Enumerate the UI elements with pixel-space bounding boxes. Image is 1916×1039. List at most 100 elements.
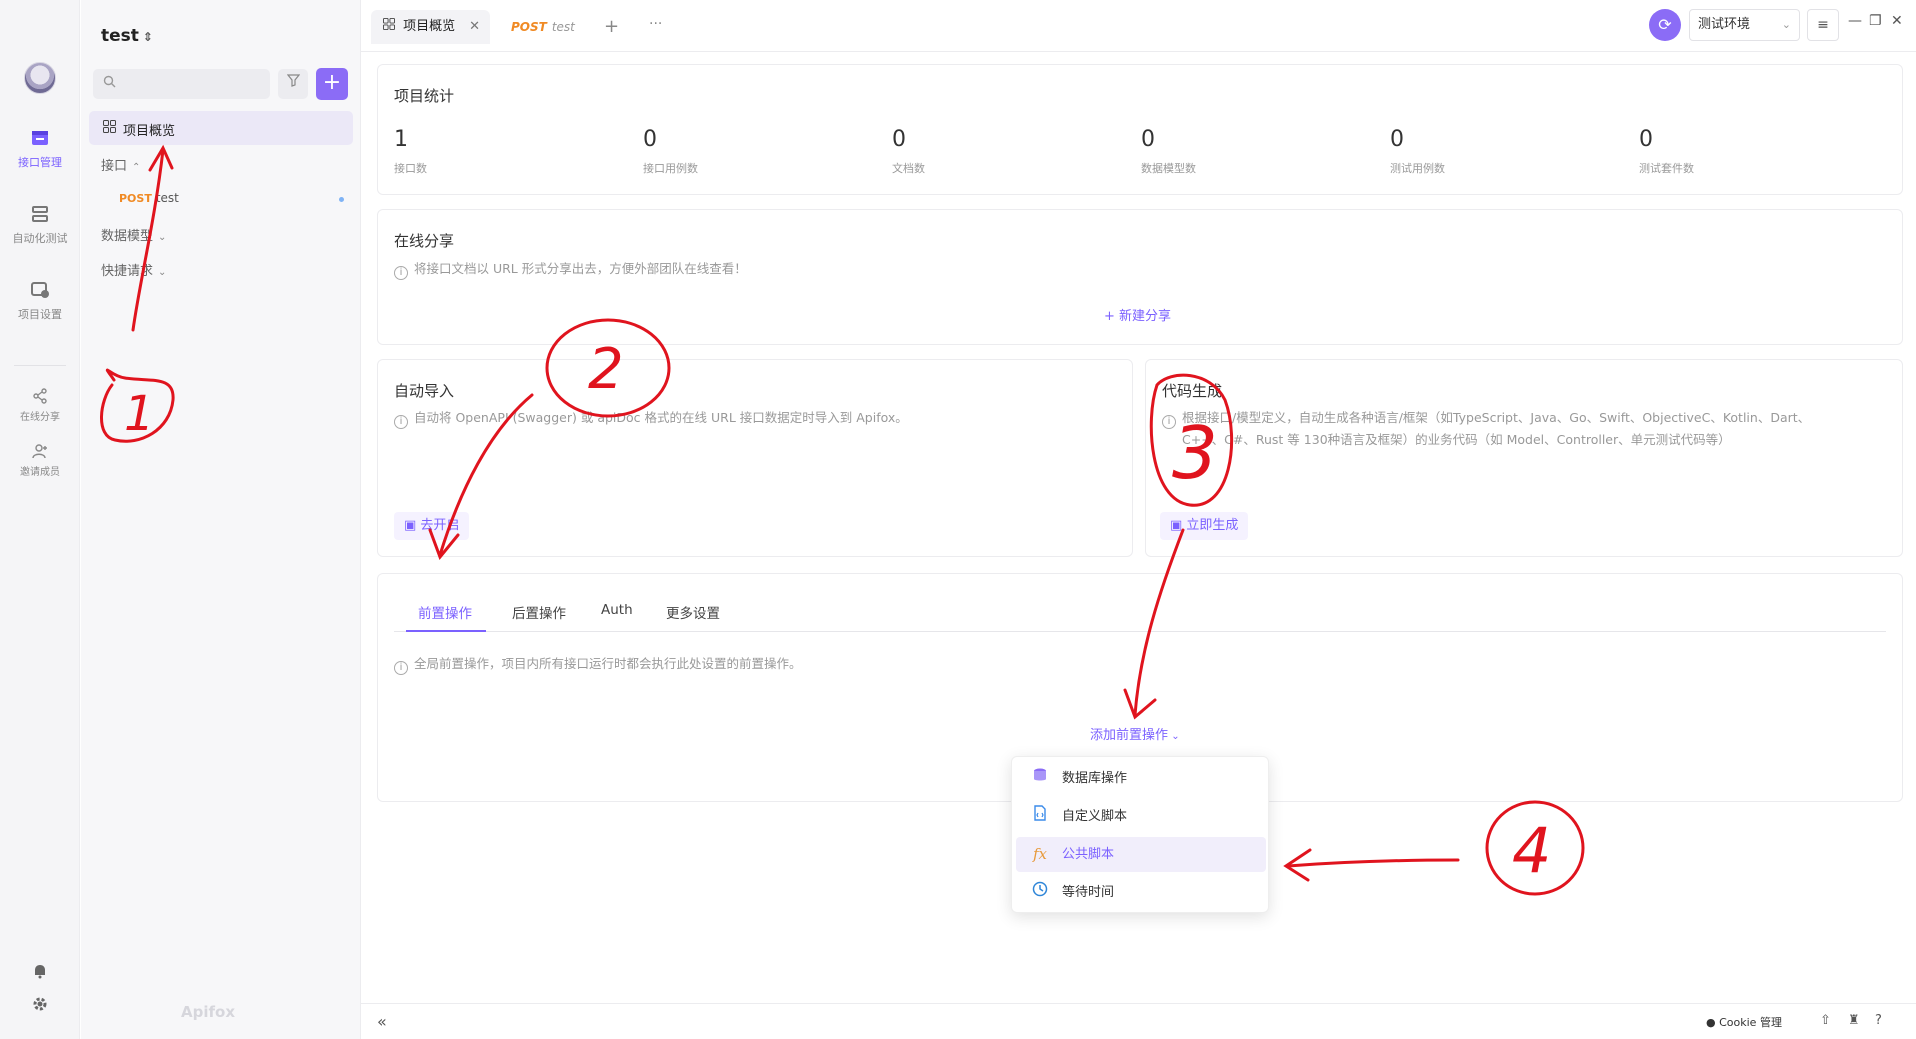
shirt-icon[interactable]: ♜ [1848, 1013, 1860, 1028]
tree-folder-label: 快捷请求 [101, 264, 154, 279]
bell-icon[interactable] [0, 963, 80, 983]
info-icon: i [394, 661, 408, 675]
tree-folder-quick-requests[interactable]: 快捷请求 ⌄ [101, 260, 166, 279]
menu-button[interactable]: ≡ [1807, 9, 1839, 41]
sidebar-item-overview[interactable]: 项目概览 [89, 111, 353, 145]
status-bar: « ● Cookie 管理 ⇧ ♜ ? [361, 1003, 1916, 1039]
button-label: 去开启 [420, 518, 460, 533]
button-label: 添加前置操作 [1090, 728, 1169, 743]
stat-value: 0 [1639, 127, 1653, 152]
auto-import-desc-text: 自动将 OpenAPI (Swagger) 或 apiDoc 格式的在线 URL… [414, 410, 908, 425]
sidebar: test ⇕ + 项目概览 接口 ⌃ POST test 数据模型 ⌄ 快捷请求 ⌄ Ap… [81, 0, 361, 1039]
tab-auth[interactable]: Auth [601, 602, 633, 618]
search-input[interactable] [123, 74, 263, 94]
tab-bar: 项目概览 ✕ POST test + ··· ⟳ 测试环境 ⌄ ≡ — ❐ ✕ [361, 0, 1916, 52]
info-icon: i [394, 266, 408, 280]
tab-label: 项目概览 [403, 19, 456, 34]
new-share-button[interactable]: + 新建分享 [1104, 305, 1171, 324]
search-box[interactable] [93, 69, 270, 99]
clock-icon [1030, 875, 1050, 910]
user-avatar[interactable] [24, 62, 56, 94]
menu-item-custom-script[interactable]: 自定义脚本 [1016, 799, 1266, 834]
chevron-down-icon: ⌄ [158, 232, 167, 243]
window-close-icon[interactable]: ✕ [1891, 13, 1903, 29]
stat-label: 测试套件数 [1639, 162, 1694, 175]
rail-item-api-management[interactable]: 接口管理 [0, 128, 80, 170]
codegen-description: i 根据接口/模型定义，自动生成各种语言/框架（如TypeScript、Java、… [1162, 407, 1810, 451]
plus-icon: + [322, 70, 342, 95]
operations-tabs: 前置操作 后置操作 Auth 更多设置 [394, 592, 1886, 632]
tab-post-operations[interactable]: 后置操作 [512, 602, 566, 622]
hamburger-icon: ≡ [1817, 17, 1829, 33]
rail-item-automation-test[interactable]: 自动化测试 [0, 204, 80, 246]
tree-leaf-post-test[interactable]: POST test [119, 191, 179, 205]
import-icon: ▣ [404, 518, 421, 533]
stat-value: 0 [643, 127, 657, 152]
share-title: 在线分享 [394, 232, 455, 250]
collapse-sidebar-icon[interactable]: « [377, 1012, 387, 1031]
active-tab-underline [406, 630, 486, 632]
tab-post-test[interactable]: POST test [501, 10, 575, 44]
add-operation-dropdown: 数据库操作 自定义脚本 fx 公共脚本 等待时间 [1011, 756, 1269, 913]
upload-icon[interactable]: ⇧ [1820, 1013, 1831, 1028]
stat-label: 接口数 [394, 162, 427, 175]
cookie-manager-button[interactable]: ● Cookie 管理 [1706, 1014, 1782, 1030]
add-button[interactable]: + [316, 68, 348, 100]
rail-item-invite[interactable]: 邀请成员 [0, 443, 80, 478]
brand-text: Apifox [181, 1003, 235, 1021]
tab-pre-operations[interactable]: 前置操作 [418, 602, 472, 622]
pre-operations-description: i 全局前置操作，项目内所有接口运行时都会执行此处设置的前置操作。 [394, 653, 802, 675]
method-badge: POST [119, 192, 152, 205]
codegen-title: 代码生成 [1162, 382, 1223, 400]
grid-icon [103, 120, 116, 137]
enable-import-button[interactable]: ▣ 去开启 [394, 512, 470, 540]
close-icon[interactable]: ✕ [469, 10, 480, 44]
project-name: test [101, 26, 139, 46]
minimize-icon[interactable]: — [1848, 13, 1862, 29]
stat-label: 测试用例数 [1390, 162, 1445, 175]
rail-item-project-settings[interactable]: 项目设置 [0, 280, 80, 322]
stat-value: 0 [892, 127, 906, 152]
filter-button[interactable] [278, 69, 308, 99]
cookie-icon: ● [1706, 1016, 1720, 1029]
menu-item-database[interactable]: 数据库操作 [1016, 761, 1266, 796]
rail-label: 接口管理 [18, 156, 62, 169]
restore-icon[interactable]: ❐ [1869, 13, 1882, 29]
stat-value: 0 [1141, 127, 1155, 152]
environment-select[interactable]: 测试环境 ⌄ [1689, 9, 1800, 41]
chevron-down-icon: ⌄ [158, 267, 167, 278]
stat-model-count: 0 数据模型数 [1141, 127, 1341, 176]
function-icon: fx [1032, 845, 1047, 863]
tab-overview[interactable]: 项目概览 ✕ [371, 10, 490, 44]
gear-icon[interactable] [0, 996, 80, 1016]
codegen-desc-line1: 根据接口/模型定义，自动生成各种语言/框架（如TypeScript、Java、G… [1182, 410, 1811, 425]
unsaved-dot [339, 197, 344, 202]
database-icon [1030, 761, 1050, 796]
project-switcher[interactable]: test ⇕ [101, 26, 153, 46]
search-icon [103, 75, 116, 92]
tree-folder-api[interactable]: 接口 ⌃ [101, 155, 140, 174]
new-tab-icon[interactable]: + [604, 16, 619, 37]
menu-item-wait-time[interactable]: 等待时间 [1016, 875, 1266, 910]
rail-divider [14, 365, 66, 366]
add-pre-operation-button[interactable]: 添加前置操作 ⌄ [1090, 724, 1180, 743]
stat-api-count: 1 接口数 [394, 127, 594, 176]
generate-code-button[interactable]: ▣ 立即生成 [1160, 512, 1249, 540]
tab-more-settings[interactable]: 更多设置 [666, 602, 720, 622]
stats-title: 项目统计 [394, 87, 455, 105]
stat-label: 文档数 [892, 162, 925, 175]
sync-button[interactable]: ⟳ [1649, 9, 1681, 41]
chevron-up-icon: ⌃ [132, 162, 141, 173]
info-icon: i [1162, 415, 1176, 429]
help-icon[interactable]: ? [1875, 1013, 1882, 1028]
rail-item-share[interactable]: 在线分享 [0, 388, 80, 423]
pre-ops-desc-text: 全局前置操作，项目内所有接口运行时都会执行此处设置的前置操作。 [414, 656, 802, 671]
rail-label: 项目设置 [18, 308, 62, 321]
tree-folder-label: 数据模型 [101, 229, 154, 244]
chevron-down-icon: ⌄ [1781, 18, 1791, 31]
tree-folder-data-models[interactable]: 数据模型 ⌄ [101, 225, 166, 244]
cookie-label: Cookie 管理 [1719, 1016, 1782, 1029]
menu-item-public-script[interactable]: fx 公共脚本 [1016, 837, 1266, 872]
more-icon[interactable]: ··· [649, 16, 662, 32]
annotation-arrow-4 [1286, 858, 1460, 868]
